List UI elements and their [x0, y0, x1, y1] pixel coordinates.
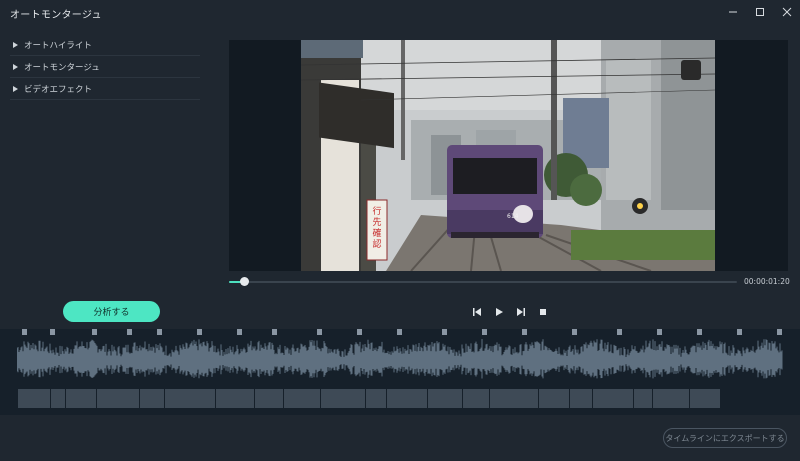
clip-segment[interactable] — [634, 389, 652, 408]
progress-track — [229, 281, 737, 283]
clip-segment[interactable] — [216, 389, 254, 408]
clip-segment[interactable] — [490, 389, 538, 408]
maximize-icon[interactable] — [746, 0, 773, 24]
clip-segment[interactable] — [165, 389, 215, 408]
svg-text:先: 先 — [372, 216, 381, 228]
stop-icon[interactable] — [536, 305, 550, 319]
playback-progress-bar[interactable] — [229, 277, 737, 286]
sidebar-item-label: ビデオエフェクト — [24, 84, 93, 95]
svg-text:確: 確 — [372, 227, 381, 239]
audio-waveform — [17, 329, 783, 379]
sidebar-item-auto-highlight[interactable]: オートハイライト — [10, 34, 200, 56]
timecode: 00:00:01:20 — [744, 277, 790, 286]
svg-text:認: 認 — [372, 238, 381, 250]
clip-segment[interactable] — [593, 389, 633, 408]
sidebar-item-auto-montage[interactable]: オートモンタージュ — [10, 56, 200, 78]
triangle-right-icon — [13, 85, 18, 92]
clip-segment[interactable] — [690, 389, 720, 408]
title-bar: オートモンタージュ — [0, 0, 800, 26]
prev-frame-icon[interactable] — [470, 305, 484, 319]
svg-text:行: 行 — [372, 205, 381, 217]
clip-segment[interactable] — [321, 389, 365, 408]
clip-segment[interactable] — [539, 389, 569, 408]
sidebar: オートハイライト オートモンタージュ ビデオエフェクト — [0, 34, 210, 100]
sidebar-item-video-effects[interactable]: ビデオエフェクト — [10, 78, 200, 100]
progress-handle[interactable] — [240, 277, 250, 286]
preview-frame: 行 先 確 認 614 — [301, 40, 715, 271]
clip-segment[interactable] — [97, 389, 139, 408]
clip-track[interactable] — [18, 389, 782, 408]
clip-segment[interactable] — [18, 389, 50, 408]
clip-segment[interactable] — [570, 389, 592, 408]
sidebar-item-label: オートモンタージュ — [24, 62, 100, 73]
close-icon[interactable] — [773, 0, 800, 24]
triangle-right-icon — [13, 41, 18, 48]
triangle-right-icon — [13, 63, 18, 70]
analyze-button[interactable]: 分析する — [63, 301, 160, 322]
clip-segment[interactable] — [463, 389, 489, 408]
clip-segment[interactable] — [366, 389, 386, 408]
window-controls — [719, 0, 800, 26]
export-to-timeline-button[interactable]: タイムラインにエクスポートする — [663, 428, 787, 448]
audio-timeline[interactable] — [0, 329, 800, 415]
clip-segment[interactable] — [66, 389, 96, 408]
transport-controls — [470, 305, 550, 319]
sidebar-item-label: オートハイライト — [24, 40, 92, 51]
clip-segment[interactable] — [653, 389, 689, 408]
clip-segment[interactable] — [255, 389, 283, 408]
clip-segment[interactable] — [51, 389, 65, 408]
video-preview[interactable]: 行 先 確 認 614 — [229, 40, 788, 271]
minimize-icon[interactable] — [719, 0, 746, 24]
clip-segment[interactable] — [140, 389, 164, 408]
clip-segment[interactable] — [428, 389, 462, 408]
clip-segment[interactable] — [284, 389, 320, 408]
clip-segment[interactable] — [387, 389, 427, 408]
play-icon[interactable] — [492, 305, 506, 319]
window-title: オートモンタージュ — [10, 10, 102, 21]
svg-text:614: 614 — [507, 213, 519, 220]
next-frame-icon[interactable] — [514, 305, 528, 319]
